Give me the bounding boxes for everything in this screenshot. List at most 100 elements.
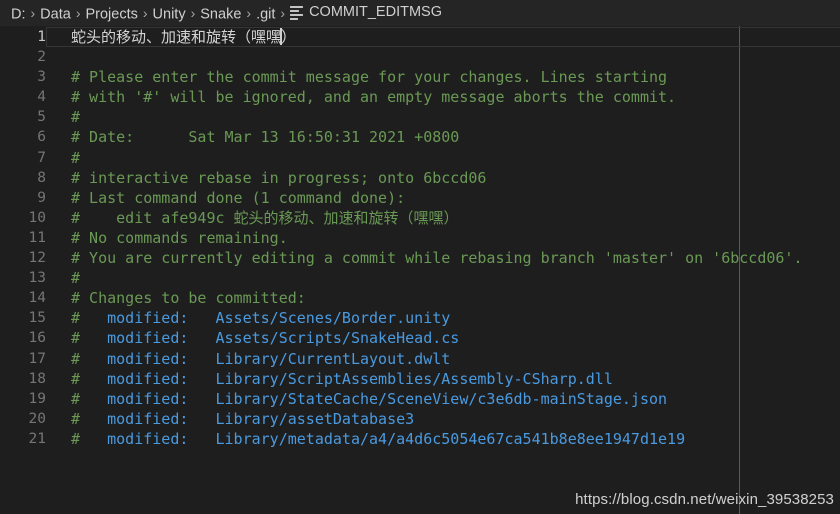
line-content[interactable]: # Please enter the commit message for yo…	[46, 67, 667, 87]
line-number: 1	[37, 29, 46, 45]
line-number: 11	[28, 229, 46, 246]
line-number: 21	[28, 430, 46, 447]
line-number: 6	[37, 129, 46, 146]
code-line[interactable]: 20 # modified: Library/assetDatabase3	[0, 409, 840, 429]
code-editor[interactable]: 1 蛇头的移动、加速和旋转（嘿嘿） 2 3 # Please enter the com…	[0, 26, 840, 514]
code-lines[interactable]: 1 蛇头的移动、加速和旋转（嘿嘿） 2 3 # Please enter the com…	[0, 26, 840, 449]
chevron-right-icon: ›	[75, 5, 81, 22]
comment-text: #	[71, 108, 81, 127]
breadcrumb[interactable]: D: › Data › Projects › Unity › Snake › .git › COMMIT…	[0, 0, 840, 26]
breadcrumb-item-snake[interactable]: Snake	[200, 6, 241, 22]
chevron-right-icon: ›	[280, 5, 286, 22]
line-content[interactable]: # modified: Library/StateCache/SceneView…	[46, 389, 667, 409]
chevron-right-icon: ›	[142, 5, 148, 22]
chevron-right-icon: ›	[246, 5, 252, 22]
line-number: 18	[28, 370, 46, 387]
comment-text: # Last command done (1 command done):	[71, 188, 406, 207]
comment-text: # interactive rebase in progress; onto 6…	[71, 168, 487, 187]
line-content[interactable]: # modified: Assets/Scenes/Border.unity	[46, 308, 450, 328]
line-number: 4	[37, 89, 46, 106]
code-line[interactable]: 17 # modified: Library/CurrentLayout.dwlt	[0, 349, 840, 369]
code-line[interactable]: 12 # You are currently editing a commit w…	[0, 248, 840, 268]
line-number: 19	[28, 390, 46, 407]
code-line[interactable]: 4 # with '#' will be ignored, and an empt…	[0, 87, 840, 107]
code-line[interactable]: 21 # modified: Library/metadata/a4/a4d6c5…	[0, 429, 840, 449]
line-content[interactable]: # modified: Assets/Scripts/SnakeHead.cs	[46, 328, 459, 348]
comment-text: #	[71, 349, 108, 368]
code-line[interactable]: 19 # modified: Library/StateCache/SceneVi…	[0, 389, 840, 409]
file-path-text: modified: Library/StateCache/SceneView/c…	[107, 389, 668, 408]
comment-text: #	[71, 369, 108, 388]
code-line[interactable]: 6 # Date: Sat Mar 13 16:50:31 2021 +0800	[0, 127, 840, 147]
breadcrumb-file-label: COMMIT_EDITMSG	[309, 3, 442, 20]
comment-text: #	[71, 269, 81, 288]
comment-text: # with '#' will be ignored, and an empty…	[71, 88, 677, 107]
line-content[interactable]: # You are currently editing a commit whi…	[46, 248, 803, 268]
comment-text: # No commands remaining.	[71, 228, 288, 247]
line-number: 15	[28, 310, 46, 327]
file-path-text: modified: Assets/Scripts/SnakeHead.cs	[107, 329, 460, 348]
line-content[interactable]: # modified: Library/metadata/a4/a4d6c505…	[46, 429, 685, 449]
breadcrumb-item-git[interactable]: .git	[256, 6, 275, 22]
file-path-text: modified: Library/metadata/a4/a4d6c5054e…	[107, 429, 686, 448]
comment-text: # Please enter the commit message for yo…	[71, 68, 668, 87]
line-content[interactable]: # edit afe949c 蛇头的移动、加速和旋转（嘿嘿）	[46, 208, 459, 228]
code-line[interactable]: 2	[0, 47, 840, 67]
code-line[interactable]: 16 # modified: Assets/Scripts/SnakeHead.c…	[0, 328, 840, 348]
line-content[interactable]: # Date: Sat Mar 13 16:50:31 2021 +0800	[46, 127, 459, 147]
line-number: 8	[37, 169, 46, 186]
line-content[interactable]: #	[46, 107, 80, 127]
code-line[interactable]: 8 # interactive rebase in progress; onto …	[0, 168, 840, 188]
chevron-right-icon: ›	[190, 5, 196, 22]
breadcrumb-item-projects[interactable]: Projects	[85, 6, 137, 22]
comment-text: #	[71, 409, 108, 428]
file-path-text: modified: Assets/Scenes/Border.unity	[107, 309, 451, 328]
breadcrumb-item-unity[interactable]: Unity	[153, 6, 186, 22]
watermark: https://blog.csdn.net/weixin_39538253	[575, 491, 834, 508]
code-line[interactable]: 14 # Changes to be committed:	[0, 288, 840, 308]
line-number: 5	[37, 109, 46, 126]
line-content[interactable]	[46, 47, 71, 67]
text-file-icon	[290, 6, 304, 21]
line-number: 2	[37, 49, 46, 66]
line-content[interactable]: # Changes to be committed:	[46, 288, 306, 308]
line-number: 17	[28, 350, 46, 367]
code-line[interactable]: 3 # Please enter the commit message for y…	[0, 67, 840, 87]
comment-text: # edit afe949c 蛇头的移动、加速和旋转（嘿嘿）	[71, 208, 459, 227]
line-number: 10	[28, 209, 46, 226]
line-content[interactable]: # modified: Library/assetDatabase3	[46, 409, 414, 429]
code-line[interactable]: 18 # modified: Library/ScriptAssemblies/A…	[0, 369, 840, 389]
line-content[interactable]: #	[46, 148, 80, 168]
breadcrumb-item-data[interactable]: Data	[40, 6, 71, 22]
line-number: 3	[37, 69, 46, 86]
code-line[interactable]: 5 #	[0, 107, 840, 127]
code-line[interactable]: 7 #	[0, 148, 840, 168]
chevron-right-icon: ›	[30, 5, 36, 22]
line-content[interactable]: # interactive rebase in progress; onto 6…	[46, 168, 486, 188]
code-line[interactable]: 11 # No commands remaining.	[0, 228, 840, 248]
code-line[interactable]: 1 蛇头的移动、加速和旋转（嘿嘿）	[0, 27, 840, 48]
line-content[interactable]: # with '#' will be ignored, and an empty…	[46, 87, 676, 107]
line-content[interactable]: 蛇头的移动、加速和旋转（嘿嘿）	[46, 27, 840, 48]
code-line[interactable]: 9 # Last command done (1 command done):	[0, 188, 840, 208]
line-number: 13	[28, 270, 46, 287]
line-content[interactable]: # modified: Library/ScriptAssemblies/Ass…	[46, 369, 613, 389]
line-content[interactable]: #	[46, 268, 80, 288]
code-line[interactable]: 15 # modified: Assets/Scenes/Border.unity	[0, 308, 840, 328]
line-number: 16	[28, 330, 46, 347]
code-line[interactable]: 13 #	[0, 268, 840, 288]
code-line[interactable]: 10 # edit afe949c 蛇头的移动、加速和旋转（嘿嘿）	[0, 208, 840, 228]
line-number: 14	[28, 290, 46, 307]
line-content[interactable]: # Last command done (1 command done):	[46, 188, 405, 208]
comment-text: #	[71, 389, 108, 408]
line-content[interactable]: # No commands remaining.	[46, 228, 288, 248]
comment-text: # Date: Sat Mar 13 16:50:31 2021 +0800	[71, 128, 460, 147]
file-path-text: modified: Library/assetDatabase3	[107, 409, 415, 428]
line-content[interactable]: # modified: Library/CurrentLayout.dwlt	[46, 349, 450, 369]
breadcrumb-item-file[interactable]: COMMIT_EDITMSG	[290, 3, 442, 21]
line-number: 12	[28, 250, 46, 267]
comment-text: #	[71, 309, 108, 328]
breadcrumb-item-d[interactable]: D:	[11, 6, 26, 22]
comment-text: #	[71, 429, 108, 448]
message-text: 蛇头的移动、加速和旋转（嘿嘿	[71, 28, 282, 46]
